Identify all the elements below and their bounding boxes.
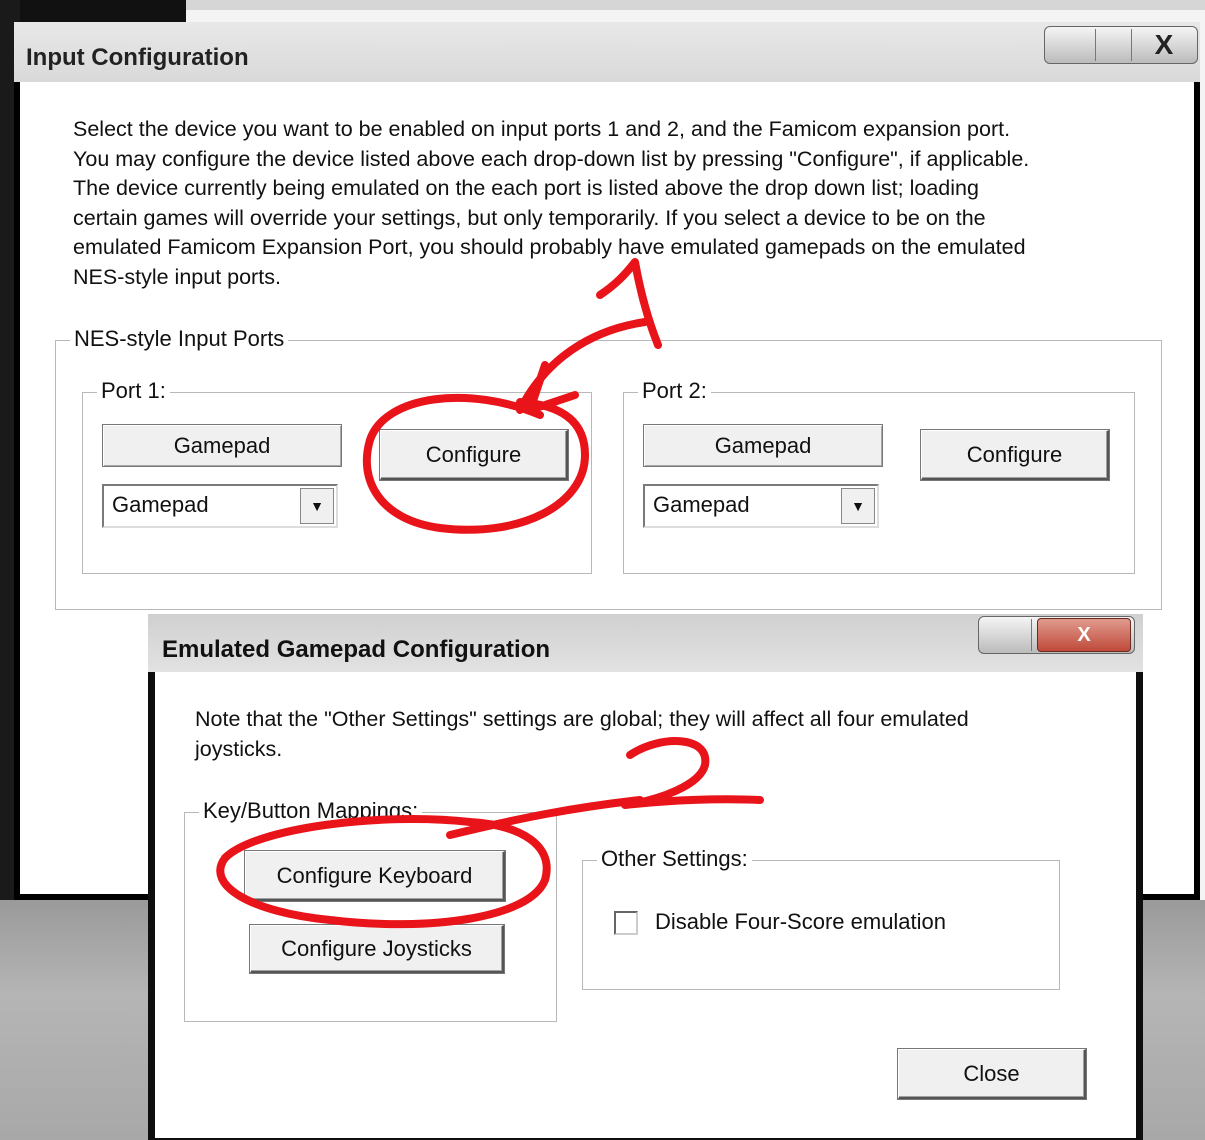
port2-group [623, 392, 1135, 574]
key-button-mappings-group [184, 812, 557, 1022]
port2-device-select[interactable]: Gamepad ▼ [643, 484, 879, 528]
port2-selected-device: Gamepad [653, 492, 750, 517]
close-icon[interactable]: X [1133, 29, 1195, 61]
port1-label: Port 1: [97, 378, 170, 404]
close-icon[interactable]: X [1037, 618, 1131, 652]
dropdown-arrow-icon[interactable]: ▼ [300, 488, 334, 524]
window-title: Input Configuration [26, 44, 249, 71]
port2-label: Port 2: [638, 378, 711, 404]
close-button[interactable]: Close [898, 1049, 1086, 1099]
port1-selected-device: Gamepad [112, 492, 209, 517]
window-title: Emulated Gamepad Configuration [162, 636, 551, 663]
configure-joysticks-button[interactable]: Configure Joysticks [250, 925, 504, 973]
desktop-top-strip [0, 0, 1205, 25]
disable-four-score-label[interactable]: Disable Four-Score emulation [655, 909, 946, 935]
input-description: Select the device you want to be enabled… [73, 115, 1173, 292]
note-line: Note that the "Other Settings" settings … [195, 707, 969, 731]
note-line: joysticks. [195, 736, 283, 761]
port1-current-device: Gamepad [102, 424, 342, 467]
description-line: certain games will override your setting… [73, 205, 986, 230]
port2-current-device: Gamepad [643, 424, 883, 467]
configure-keyboard-button[interactable]: Configure Keyboard [245, 851, 505, 901]
window-controls: X [978, 616, 1135, 654]
port1-device-select[interactable]: Gamepad ▼ [102, 484, 338, 528]
dropdown-arrow-icon[interactable]: ▼ [841, 488, 875, 524]
nes-input-ports-label: NES-style Input Ports [70, 326, 289, 352]
key-button-mappings-label: Key/Button Mappings: [199, 798, 423, 824]
window-controls: X [1044, 26, 1198, 64]
port1-group [82, 392, 592, 574]
description-line: emulated Famicom Expansion Port, you sho… [73, 235, 1026, 259]
input-configuration-titlebar[interactable]: Input Configuration X [14, 22, 1200, 82]
port1-configure-button[interactable]: Configure [380, 430, 568, 480]
gamepad-configuration-titlebar[interactable]: Emulated Gamepad Configuration X [148, 614, 1143, 672]
other-settings-label: Other Settings: [597, 846, 752, 872]
description-line: The device currently being emulated on t… [73, 176, 979, 200]
port2-configure-button[interactable]: Configure [921, 430, 1109, 480]
disable-four-score-checkbox[interactable] [614, 911, 638, 935]
description-line: Select the device you want to be enabled… [73, 117, 1011, 141]
description-line: You may configure the device listed abov… [73, 146, 1030, 171]
gamepad-note: Note that the "Other Settings" settings … [195, 705, 1115, 764]
description-line: NES-style input ports. [73, 264, 281, 289]
